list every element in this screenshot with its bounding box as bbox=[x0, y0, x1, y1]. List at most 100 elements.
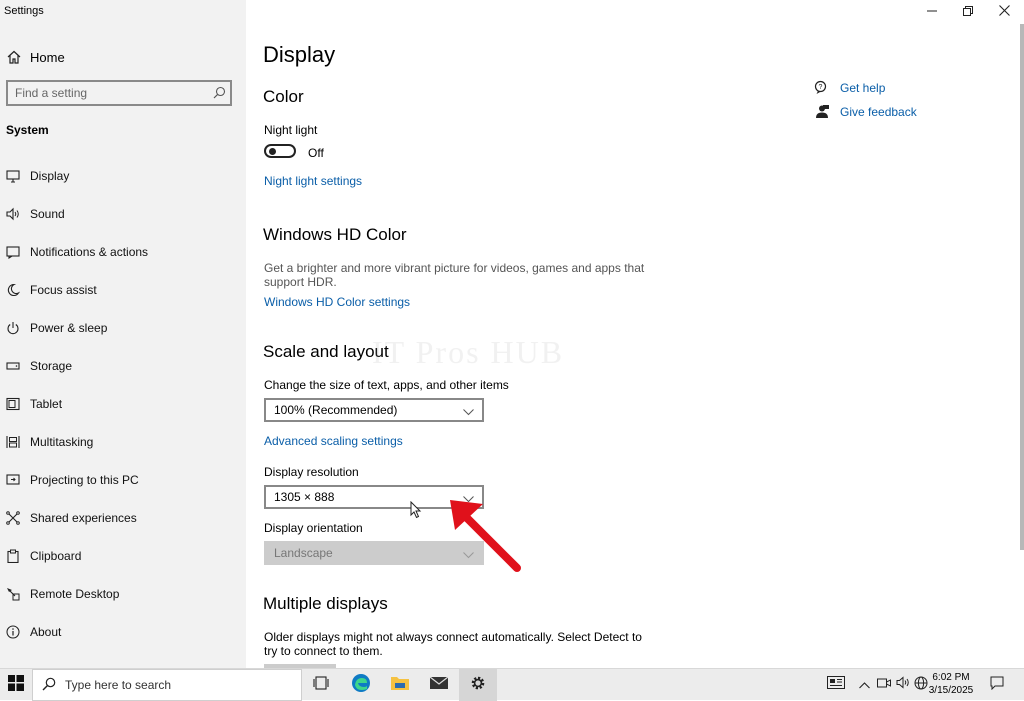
taskbar-clock[interactable]: 6:02 PM 3/15/2025 bbox=[926, 671, 976, 697]
volume-button[interactable] bbox=[894, 669, 912, 701]
sidebar-item-label: Multitasking bbox=[30, 435, 94, 449]
sidebar-item-clipboard[interactable]: Clipboard bbox=[0, 541, 246, 571]
sidebar-item-projecting[interactable]: Projecting to this PC bbox=[0, 465, 246, 495]
tablet-icon bbox=[5, 396, 21, 412]
meet-now-icon bbox=[877, 676, 891, 694]
toggle-knob bbox=[269, 148, 276, 155]
get-help-link[interactable]: ? Get help bbox=[814, 80, 885, 96]
orientation-label: Display orientation bbox=[264, 521, 363, 535]
taskbar-search[interactable]: Type here to search bbox=[32, 669, 302, 701]
sidebar-item-focus-assist[interactable]: Focus assist bbox=[0, 275, 246, 305]
clipboard-icon bbox=[5, 548, 21, 564]
sidebar-item-label: Display bbox=[30, 169, 70, 183]
home-nav-item[interactable]: Home bbox=[6, 48, 65, 66]
hdr-heading: Windows HD Color bbox=[263, 225, 407, 244]
notification-icon bbox=[5, 244, 21, 260]
info-icon bbox=[5, 624, 21, 640]
sidebar-item-sound[interactable]: Sound bbox=[0, 199, 246, 229]
hdr-description-line2: support HDR. bbox=[264, 275, 337, 289]
sidebar: Settings Home System Display Sound Notif… bbox=[0, 0, 246, 668]
get-help-label: Get help bbox=[840, 81, 886, 95]
settings-app-button[interactable] bbox=[459, 669, 497, 701]
advanced-scaling-link[interactable]: Advanced scaling settings bbox=[264, 434, 403, 448]
watermark-text: IT Pros HUB bbox=[372, 334, 565, 370]
find-setting-search[interactable] bbox=[6, 80, 232, 106]
scale-dropdown-value: 100% (Recommended) bbox=[274, 403, 398, 417]
action-center-button[interactable] bbox=[986, 669, 1008, 701]
orientation-dropdown-value: Landscape bbox=[274, 546, 333, 560]
news-tray-button[interactable] bbox=[824, 669, 848, 701]
feedback-icon bbox=[814, 104, 830, 120]
mail-button[interactable] bbox=[420, 669, 458, 701]
night-light-label: Night light bbox=[264, 123, 318, 137]
multitasking-icon bbox=[5, 434, 21, 450]
sidebar-item-label: About bbox=[30, 625, 62, 639]
sidebar-item-storage[interactable]: Storage bbox=[0, 351, 246, 381]
search-icon bbox=[42, 677, 56, 694]
news-icon bbox=[827, 676, 845, 694]
home-icon bbox=[6, 49, 22, 65]
scale-size-label: Change the size of text, apps, and other… bbox=[264, 378, 509, 392]
start-button[interactable] bbox=[0, 669, 32, 701]
moon-icon bbox=[5, 282, 21, 298]
night-light-toggle[interactable] bbox=[264, 144, 296, 158]
clock-time: 6:02 PM bbox=[932, 672, 970, 683]
mouse-cursor-icon bbox=[410, 501, 422, 519]
file-explorer-button[interactable] bbox=[381, 669, 419, 701]
color-heading: Color bbox=[263, 87, 304, 106]
chevron-down-icon bbox=[463, 405, 474, 419]
meet-now-button[interactable] bbox=[876, 669, 892, 701]
remote-desktop-icon bbox=[5, 586, 21, 602]
sidebar-item-shared-experiences[interactable]: Shared experiences bbox=[0, 503, 246, 533]
sidebar-item-about[interactable]: About bbox=[0, 617, 246, 647]
sidebar-item-label: Storage bbox=[30, 359, 73, 373]
give-feedback-label: Give feedback bbox=[840, 105, 917, 119]
sidebar-item-label: Clipboard bbox=[30, 549, 82, 563]
windows-logo-icon bbox=[8, 674, 24, 696]
sidebar-item-multitasking[interactable]: Multitasking bbox=[0, 427, 246, 457]
shared-experiences-icon bbox=[5, 510, 21, 526]
sidebar-item-label: Tablet bbox=[30, 397, 63, 411]
sidebar-item-remote-desktop[interactable]: Remote Desktop bbox=[0, 579, 246, 609]
edge-button[interactable] bbox=[342, 669, 380, 701]
find-setting-input[interactable] bbox=[8, 85, 207, 101]
power-icon bbox=[5, 320, 21, 336]
sidebar-item-label: Projecting to this PC bbox=[30, 473, 139, 487]
show-hidden-icons-button[interactable] bbox=[856, 669, 872, 701]
projecting-icon bbox=[5, 472, 21, 488]
sidebar-item-label: Notifications & actions bbox=[30, 245, 149, 259]
multiple-displays-description-line1: Older displays might not always connect … bbox=[264, 630, 642, 644]
resolution-label: Display resolution bbox=[264, 465, 359, 479]
sidebar-item-label: Sound bbox=[30, 207, 65, 221]
night-light-settings-link[interactable]: Night light settings bbox=[264, 174, 362, 188]
sidebar-item-tablet[interactable]: Tablet bbox=[0, 389, 246, 419]
scrollbar[interactable] bbox=[1020, 24, 1024, 550]
scale-layout-heading: Scale and layout bbox=[263, 342, 389, 361]
taskbar: Type here to search 6:02 PM 3/15/2025 bbox=[0, 668, 1024, 701]
app-title: Settings bbox=[4, 5, 44, 17]
svg-text:?: ? bbox=[819, 84, 823, 91]
page-title: Display bbox=[263, 42, 336, 67]
help-chat-icon: ? bbox=[814, 80, 830, 96]
edge-icon bbox=[351, 673, 371, 698]
section-label-system: System bbox=[6, 123, 49, 137]
monitor-icon bbox=[5, 168, 21, 184]
volume-icon bbox=[896, 676, 911, 694]
scale-dropdown[interactable]: 100% (Recommended) bbox=[264, 398, 484, 422]
sidebar-item-notifications[interactable]: Notifications & actions bbox=[0, 237, 246, 267]
main-content: Display Color Night light Off Night ligh… bbox=[246, 0, 1024, 668]
storage-icon bbox=[5, 358, 21, 374]
chevron-up-icon bbox=[858, 676, 870, 694]
task-view-button[interactable] bbox=[302, 669, 340, 701]
give-feedback-link[interactable]: Give feedback bbox=[814, 104, 917, 120]
speaker-icon bbox=[5, 206, 21, 222]
hdr-settings-link[interactable]: Windows HD Color settings bbox=[264, 295, 410, 309]
clock-date: 3/15/2025 bbox=[928, 685, 974, 696]
mail-icon bbox=[429, 676, 449, 695]
sidebar-item-label: Shared experiences bbox=[30, 511, 137, 525]
sidebar-item-label: Power & sleep bbox=[30, 321, 108, 335]
sidebar-item-power-sleep[interactable]: Power & sleep bbox=[0, 313, 246, 343]
sidebar-item-display[interactable]: Display bbox=[0, 161, 246, 191]
resolution-dropdown-value: 1305 × 888 bbox=[274, 490, 335, 504]
multiple-displays-heading: Multiple displays bbox=[263, 594, 388, 613]
